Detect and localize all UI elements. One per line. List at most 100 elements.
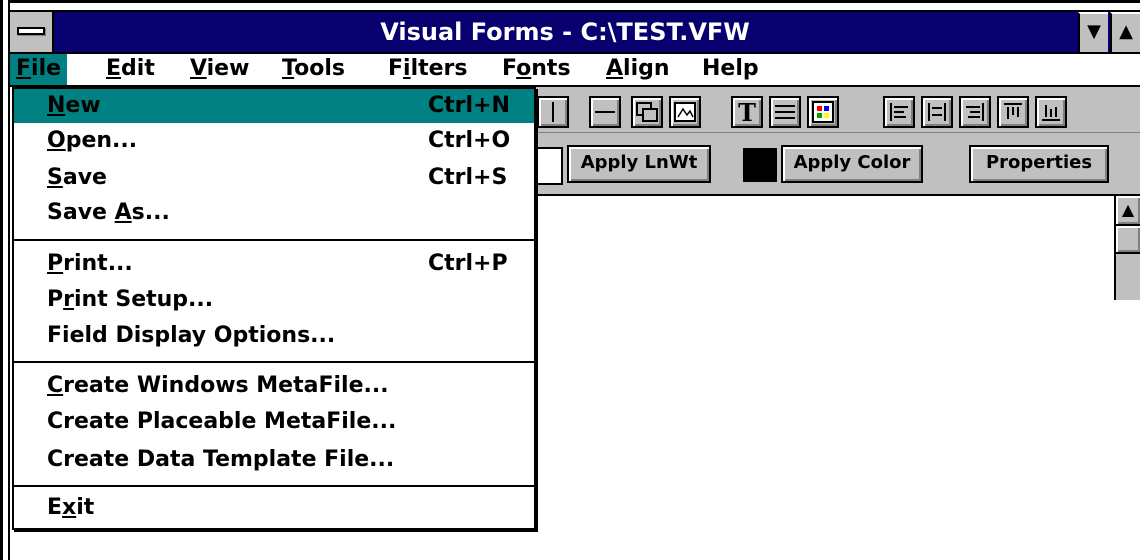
picture-icon <box>674 102 696 122</box>
label-rest: int Setup... <box>73 287 214 312</box>
align-left-icon <box>890 103 908 121</box>
label-rest: it <box>76 495 95 520</box>
color-swatch[interactable] <box>743 148 777 182</box>
menu-item-label: New <box>47 89 101 123</box>
vertical-line-tool[interactable] <box>537 96 569 128</box>
menu-help-label: Help <box>702 56 759 81</box>
menu-file[interactable]: File <box>10 54 68 85</box>
mnemonic: P <box>47 251 64 276</box>
menu-separator <box>14 361 534 363</box>
overlapping-boxes-icon <box>636 102 658 122</box>
menu-item-new[interactable]: New Ctrl+N <box>14 89 534 123</box>
align-top-tool[interactable] <box>997 96 1029 128</box>
align-bottom-icon <box>1042 105 1060 121</box>
menu-item-print[interactable]: Print... Ctrl+P <box>14 247 534 281</box>
up-arrow-icon: ▲ <box>1119 21 1133 42</box>
menu-filters[interactable]: Filters <box>382 54 474 85</box>
text-tool-icon: T <box>738 97 756 127</box>
apply-color-button[interactable]: Apply Color <box>781 145 923 183</box>
menu-fonts-mnemonic: o <box>516 56 532 81</box>
menu-tools[interactable]: Tools <box>276 54 351 85</box>
apply-lnwt-button[interactable]: Apply LnWt <box>567 145 711 183</box>
window-left-border[interactable] <box>0 0 10 560</box>
title-bar[interactable]: Visual Forms - C:\TEST.VFW ▼ ▲ <box>10 12 1140 54</box>
line-weight-field[interactable] <box>533 147 563 185</box>
label-rest: ave <box>62 165 107 190</box>
menu-item-create-placeable-metafile[interactable]: Create Placeable MetaFile... <box>14 405 534 439</box>
minimize-button[interactable]: ▼ <box>1078 12 1108 52</box>
label-pre: P <box>47 287 64 312</box>
menu-edit-label: dit <box>121 56 155 81</box>
menu-item-label: Create Data Template File... <box>47 447 395 472</box>
menu-align-mnemonic: A <box>606 56 624 81</box>
window-title: Visual Forms - C:\TEST.VFW <box>380 18 750 46</box>
label-rest: s... <box>131 200 170 225</box>
properties-button[interactable]: Properties <box>969 145 1109 183</box>
menu-item-save[interactable]: Save Ctrl+S <box>14 161 534 195</box>
up-arrow-icon: ▲ <box>1121 200 1135 219</box>
menu-fonts-pre: F <box>502 56 517 81</box>
menu-align[interactable]: Align <box>600 54 676 85</box>
maximize-button[interactable]: ▲ <box>1110 12 1140 52</box>
label-rest: ew <box>65 93 101 118</box>
align-bottom-tool[interactable] <box>1035 96 1067 128</box>
menu-item-label: Open... <box>47 124 137 158</box>
mnemonic: A <box>114 200 132 225</box>
color-grid-tool[interactable] <box>807 96 839 128</box>
system-menu-icon <box>17 27 45 35</box>
menu-fonts[interactable]: Fonts <box>496 54 577 85</box>
mnemonic: S <box>47 165 63 190</box>
property-toolbar: Apply LnWt Apply Color Properties <box>533 133 1140 196</box>
align-right-tool[interactable] <box>959 96 991 128</box>
mnemonic: x <box>62 495 77 520</box>
menu-bar: File Edit View Tools Filters Fonts Align… <box>10 54 1140 87</box>
align-center-tool[interactable] <box>921 96 953 128</box>
shortcut-label: Ctrl+N <box>428 93 510 118</box>
menu-item-label: Create Placeable MetaFile... <box>47 409 397 434</box>
mnemonic: C <box>47 373 64 398</box>
menu-filters-mnemonic: i <box>403 56 411 81</box>
menu-filters-pre: F <box>388 56 404 81</box>
drawing-toolbar: T <box>535 87 1140 133</box>
scroll-up-button[interactable]: ▲ <box>1116 196 1140 226</box>
menu-view[interactable]: View <box>184 54 255 85</box>
label-pre: E <box>47 495 63 520</box>
horizontal-line-icon <box>595 111 615 113</box>
menu-view-label: iew <box>206 56 250 81</box>
menu-item-save-as[interactable]: Save As... <box>14 196 534 230</box>
down-arrow-icon: ▼ <box>1087 21 1101 42</box>
text-lines-tool[interactable] <box>769 96 801 128</box>
menu-item-create-data-template-file[interactable]: Create Data Template File... <box>14 443 534 477</box>
menu-separator <box>14 485 534 487</box>
align-top-icon <box>1004 103 1022 119</box>
align-center-icon <box>928 103 946 121</box>
label-rest: reate Windows MetaFile... <box>63 373 389 398</box>
menu-item-exit[interactable]: Exit <box>14 491 534 525</box>
picture-tool[interactable] <box>669 96 701 128</box>
menu-item-label: Field Display Options... <box>47 323 336 348</box>
scroll-thumb[interactable] <box>1116 226 1140 254</box>
vertical-scrollbar[interactable]: ▲ <box>1114 196 1140 300</box>
menu-help[interactable]: Help <box>696 54 765 85</box>
menu-view-mnemonic: V <box>190 56 207 81</box>
menu-item-open[interactable]: Open... Ctrl+O <box>14 124 534 158</box>
menu-filters-label: lters <box>410 56 468 81</box>
align-left-tool[interactable] <box>883 96 915 128</box>
mnemonic: r <box>63 287 74 312</box>
box-tool[interactable] <box>631 96 663 128</box>
menu-item-label: Exit <box>47 491 94 525</box>
menu-edit[interactable]: Edit <box>100 54 161 85</box>
menu-item-label: Save As... <box>47 196 170 230</box>
system-menu-button[interactable] <box>10 12 54 52</box>
menu-item-field-display-options[interactable]: Field Display Options... <box>14 319 534 353</box>
text-tool[interactable]: T <box>731 96 763 128</box>
menu-item-create-windows-metafile[interactable]: Create Windows MetaFile... <box>14 369 534 403</box>
horizontal-line-tool[interactable] <box>589 96 621 128</box>
mnemonic: N <box>47 93 66 118</box>
window-top-border[interactable] <box>0 0 1140 12</box>
menu-item-label: Save <box>47 161 107 195</box>
menu-file-label: ile <box>31 56 62 81</box>
menu-item-print-setup[interactable]: Print Setup... <box>14 283 534 317</box>
shortcut-label: Ctrl+O <box>428 128 511 153</box>
menu-separator <box>14 239 534 241</box>
